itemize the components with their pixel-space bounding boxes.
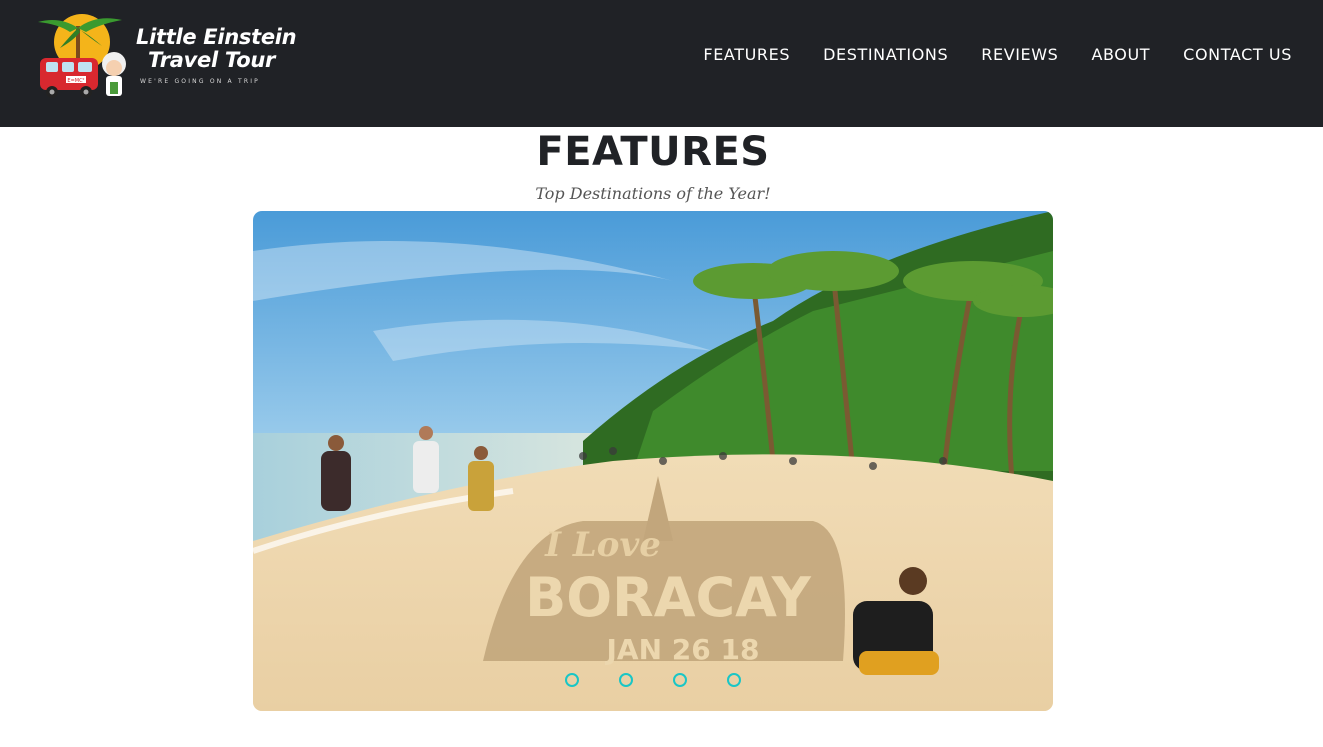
carousel-indicator-1[interactable] (565, 673, 579, 687)
feature-carousel[interactable]: I Love BORACAY JAN 26 18 (253, 211, 1053, 711)
carousel-indicator-3[interactable] (673, 673, 687, 687)
carousel-slide-image: I Love BORACAY JAN 26 18 (253, 211, 1053, 711)
brand-title: Little Einstein Travel Tour (136, 25, 297, 72)
nav-link-features[interactable]: FEATURES (703, 44, 790, 66)
carousel-indicator-2[interactable] (619, 673, 633, 687)
carousel-indicator-4[interactable] (727, 673, 741, 687)
sand-text-line2: BORACAY (525, 566, 812, 629)
brand-tagline: WE'RE GOING ON A TRIP (140, 78, 260, 85)
section-title: FEATURES (536, 129, 770, 175)
carousel-indicators (253, 673, 1053, 687)
main-nav: FEATURES DESTINATIONS REVIEWS ABOUT CONT… (703, 44, 1292, 66)
nav-link-contact-us[interactable]: CONTACT US (1183, 44, 1292, 66)
brand-logo[interactable]: E=MC² Little Einstein Travel Tour WE'RE … (30, 12, 297, 102)
sand-text-line1: I Love (544, 525, 661, 565)
brand-title-line1: Little Einstein (136, 25, 297, 49)
brand-title-line2: Travel Tour (148, 48, 276, 72)
van-plate-text: E=MC² (67, 78, 84, 84)
nav-link-reviews[interactable]: REVIEWS (981, 44, 1058, 66)
logo-van-icon: E=MC² (38, 14, 126, 98)
nav-link-destinations[interactable]: DESTINATIONS (823, 44, 948, 66)
nav-link-about[interactable]: ABOUT (1091, 44, 1150, 66)
sand-text-line3: JAN 26 18 (605, 633, 760, 666)
section-subtitle: Top Destinations of the Year! (535, 184, 771, 203)
navbar: E=MC² Little Einstein Travel Tour WE'RE … (0, 0, 1323, 127)
